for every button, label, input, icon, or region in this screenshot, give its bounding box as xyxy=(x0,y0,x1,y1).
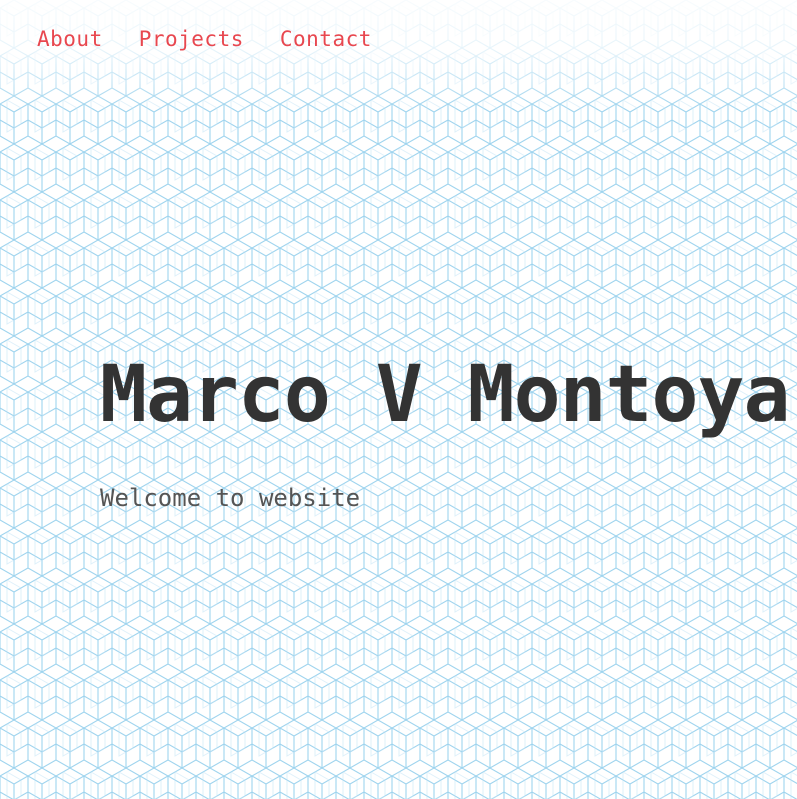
nav-link-about[interactable]: About xyxy=(37,24,103,54)
top-navigation: About Projects Contact xyxy=(37,24,372,54)
hero-title: Marco V Montoya xyxy=(100,350,790,440)
nav-link-contact[interactable]: Contact xyxy=(280,24,372,54)
hero-subtitle: Welcome to website xyxy=(100,484,361,512)
header-fade xyxy=(0,0,797,110)
nav-link-projects[interactable]: Projects xyxy=(139,24,244,54)
hero-section: Marco V Montoya Welcome to website xyxy=(100,345,790,515)
